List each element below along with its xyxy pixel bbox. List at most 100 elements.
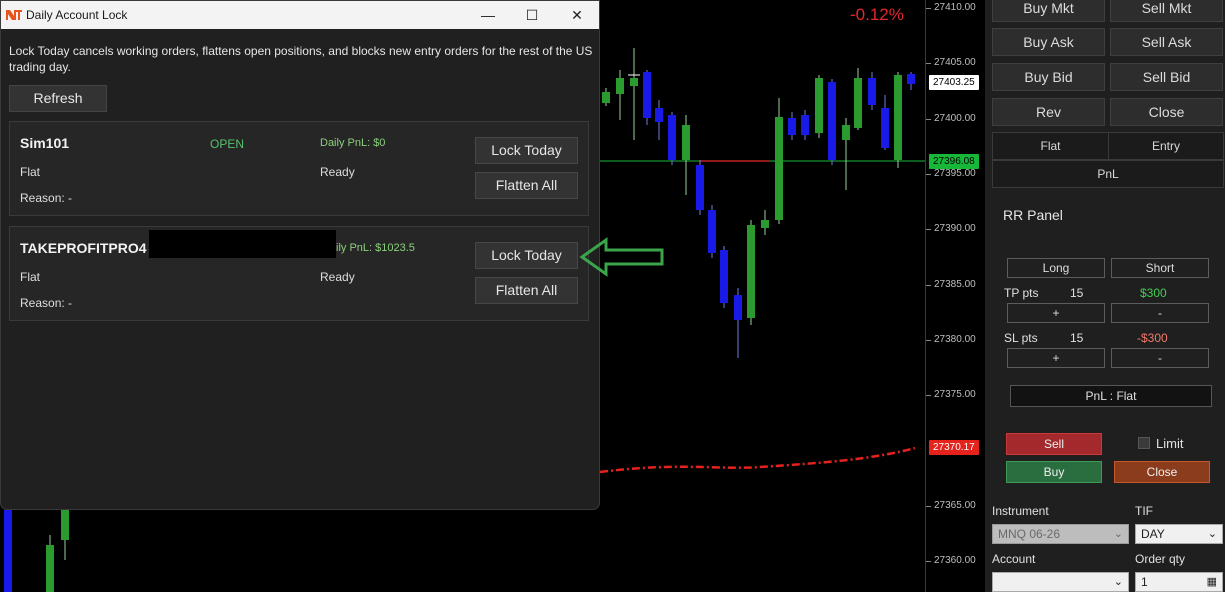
green-line-price-tag: 27396.08	[929, 154, 979, 169]
minimize-button[interactable]: —	[465, 1, 511, 29]
axis-tick-mark	[926, 8, 931, 9]
candle-body	[668, 115, 676, 160]
sl-minus-button[interactable]: -	[1111, 348, 1209, 368]
pnl-status-display: PnL : Flat	[1010, 385, 1212, 407]
calculator-icon[interactable]: ▦	[1207, 573, 1217, 591]
limit-label: Limit	[1156, 436, 1184, 451]
lock-reason: Reason: -	[20, 191, 73, 205]
candle-body	[788, 118, 796, 135]
daily-pnl: Daily PnL: $0	[320, 137, 386, 149]
candle-body	[801, 115, 809, 135]
tp-plus-button[interactable]: +	[1007, 303, 1105, 323]
lock-reason: Reason: -	[20, 296, 73, 310]
account-name: Sim101	[20, 135, 70, 151]
axis-tick-label: 27390.00	[934, 223, 976, 235]
candle-body	[894, 75, 902, 160]
order-qty-label: Order qty	[1135, 552, 1186, 566]
ready-status: Ready	[320, 165, 355, 179]
candle-body	[4, 510, 12, 592]
sell-ask-button[interactable]: Sell Ask	[1110, 28, 1223, 56]
candle-body	[734, 295, 742, 320]
sell-bid-button[interactable]: Sell Bid	[1110, 63, 1223, 91]
axis-tick-mark	[926, 395, 931, 397]
account-select[interactable]: ⌄	[992, 572, 1129, 592]
window-titlebar[interactable]: Daily Account Lock — ☐ ✕	[1, 1, 599, 29]
candle-body	[643, 72, 651, 118]
close-window-button[interactable]: ✕	[554, 1, 600, 29]
axis-tick-label: 27400.00	[934, 112, 976, 124]
window-title: Daily Account Lock	[26, 8, 128, 22]
sl-label: SL pts	[1004, 331, 1038, 345]
buy-bid-button[interactable]: Buy Bid	[992, 63, 1105, 91]
tif-value: DAY	[1141, 527, 1165, 541]
account-label: Account	[992, 552, 1036, 566]
account-name: TAKEPROFITPRO4	[20, 240, 147, 256]
sl-plus-button[interactable]: +	[1007, 348, 1105, 368]
axis-tick-label: 27380.00	[934, 333, 976, 345]
tp-value: 15	[1070, 286, 1084, 300]
axis-tick-mark	[926, 561, 931, 562]
position-status: Flat	[20, 165, 41, 179]
candle-body	[682, 125, 690, 160]
last-price-tag: 27403.25	[929, 75, 979, 90]
long-button[interactable]: Long	[1007, 258, 1105, 278]
candle-body	[854, 78, 862, 128]
axis-tick-label: 27405.00	[934, 57, 976, 69]
redaction-bar	[149, 230, 336, 258]
daily-account-lock-window: Daily Account Lock — ☐ ✕ Lock Today canc…	[0, 0, 600, 510]
buy-button[interactable]: Buy	[1006, 461, 1102, 483]
refresh-button[interactable]: Refresh	[9, 85, 107, 112]
close-position-button[interactable]: Close	[1110, 98, 1223, 126]
axis-tick-label: 27375.00	[934, 389, 976, 401]
candle-body	[815, 78, 823, 133]
candle-body	[61, 510, 69, 540]
tab-entry[interactable]: Entry	[1108, 132, 1224, 160]
axis-tick-mark	[926, 229, 931, 231]
axis-tick-mark	[926, 284, 931, 286]
account-card: Sim101 OPEN Daily PnL: $0 Flat Ready Rea…	[9, 121, 589, 216]
flatten-all-button[interactable]: Flatten All	[475, 277, 578, 304]
instrument-value: MNQ 06-26	[998, 527, 1061, 541]
chart-trader-panel: Buy Mkt Sell Mkt Buy Ask Sell Ask Buy Bi…	[985, 0, 1225, 592]
tab-pnl[interactable]: PnL	[992, 160, 1224, 188]
position-status: Flat	[20, 270, 41, 284]
annotation-arrow-icon	[579, 237, 664, 277]
sell-button[interactable]: Sell	[1006, 433, 1102, 455]
buy-ask-button[interactable]: Buy Ask	[992, 28, 1105, 56]
buy-market-button[interactable]: Buy Mkt	[992, 0, 1105, 22]
lock-today-button[interactable]: Lock Today	[475, 137, 578, 164]
limit-checkbox[interactable]	[1138, 437, 1150, 449]
candle-body	[881, 108, 889, 148]
candle-body	[868, 78, 876, 105]
order-qty-input[interactable]: 1 ▦	[1135, 572, 1223, 592]
candle-body	[775, 117, 783, 220]
close-order-button[interactable]: Close	[1114, 461, 1210, 483]
tif-select[interactable]: DAY ⌄	[1135, 524, 1223, 544]
price-axis[interactable]: 27410.00 27405.00 27400.00 27395.00 27390.00…	[925, 0, 985, 592]
reverse-button[interactable]: Rev	[992, 98, 1105, 126]
axis-tick-label: 27360.00	[934, 555, 976, 566]
change-percent: -0.12%	[850, 5, 904, 24]
candle-body	[761, 220, 769, 228]
candle-body	[842, 125, 850, 140]
tab-flat[interactable]: Flat	[992, 132, 1109, 160]
short-button[interactable]: Short	[1111, 258, 1209, 278]
lock-today-button[interactable]: Lock Today	[475, 242, 578, 269]
description-text: Lock Today cancels working orders, flatt…	[9, 44, 593, 74]
chevron-down-icon: ⌄	[1113, 528, 1123, 540]
candle-body	[630, 78, 638, 86]
candle-body	[655, 108, 663, 122]
maximize-button[interactable]: ☐	[509, 1, 555, 29]
tp-minus-button[interactable]: -	[1111, 303, 1209, 323]
instrument-select[interactable]: MNQ 06-26 ⌄	[992, 524, 1129, 544]
candle-body	[708, 210, 716, 253]
account-state: OPEN	[210, 137, 245, 151]
flatten-all-button[interactable]: Flatten All	[475, 172, 578, 199]
candle-body	[696, 165, 704, 210]
sl-money: -$300	[1137, 331, 1168, 345]
tif-label: TIF	[1135, 504, 1153, 518]
daily-pnl: ily PnL: $1023.5	[336, 242, 415, 254]
sl-value: 15	[1070, 331, 1084, 345]
candle-body	[720, 250, 728, 303]
sell-market-button[interactable]: Sell Mkt	[1110, 0, 1223, 22]
